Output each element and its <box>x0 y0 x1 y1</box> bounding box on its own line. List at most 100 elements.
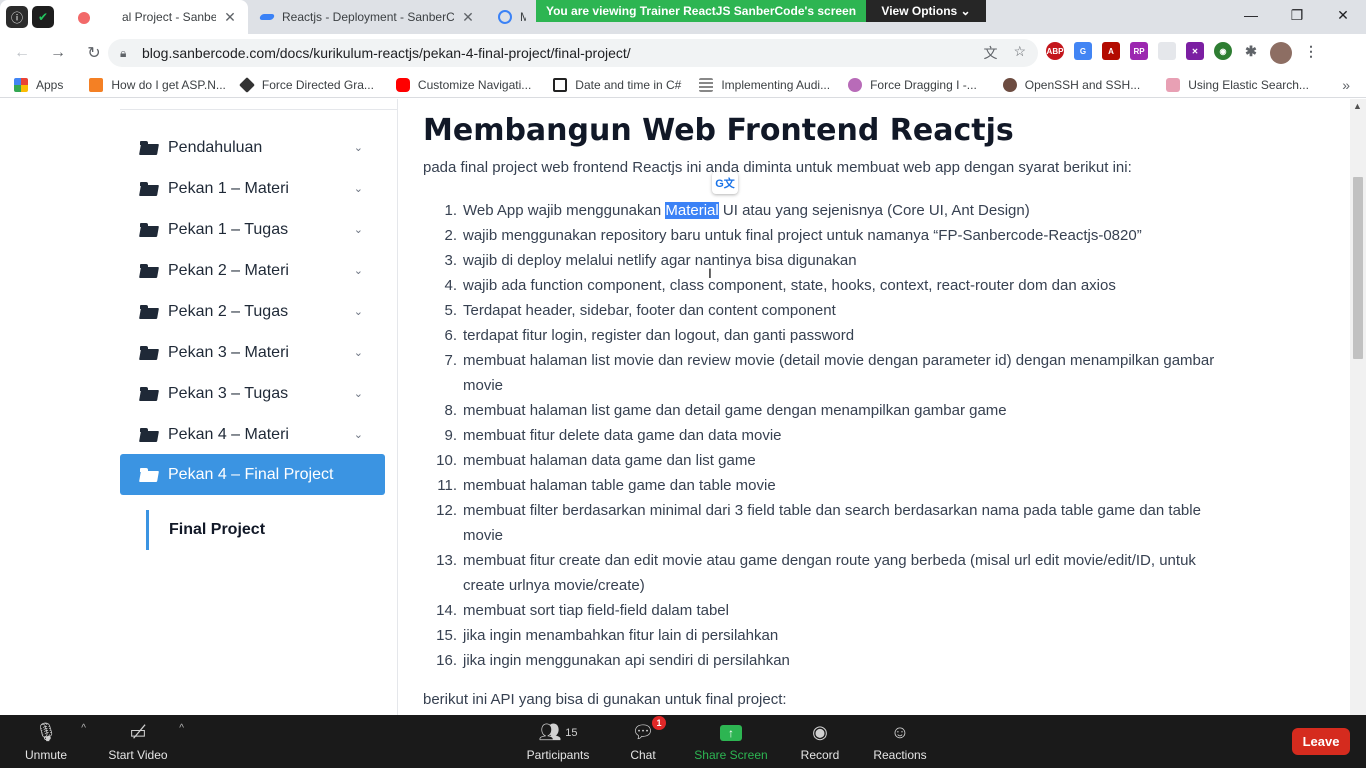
chevron-up-icon[interactable]: ^ <box>179 723 184 734</box>
extensions-row: ABP G A RP ✕ ◉ ✱ ⋮ <box>1046 42 1320 64</box>
list-text: wajib di deploy melalui netlify agar nan… <box>463 252 857 269</box>
reload-icon[interactable]: ↻ <box>78 37 110 69</box>
globe-extension-icon[interactable]: ◉ <box>1214 42 1232 60</box>
chevron-down-icon[interactable]: ⌄ <box>354 428 363 441</box>
share-screen-icon: ↑ <box>720 722 742 744</box>
sidebar-subitem-final-project[interactable]: Final Project <box>146 510 265 550</box>
sidebar-item-pendahuluan[interactable]: Pendahuluan ⌄ <box>120 127 385 168</box>
sidebar-item-pekan-1-tugas[interactable]: Pekan 1 – Tugas ⌄ <box>120 209 385 250</box>
chevron-down-icon[interactable]: ⌄ <box>354 223 363 236</box>
restore-icon[interactable]: ❐ <box>1274 0 1320 30</box>
bookmark-star-icon[interactable]: ☆ <box>1013 43 1026 63</box>
list-item: 14. membuat sort tiap field-field dalam t… <box>423 598 1223 623</box>
chevron-down-icon[interactable]: ⌄ <box>354 305 363 318</box>
bookmark-item[interactable]: Date and time in C# <box>553 77 681 92</box>
sidebar-item-pekan-2-tugas[interactable]: Pekan 2 – Tugas ⌄ <box>120 291 385 332</box>
bookmark-label: Implementing Audi... <box>721 77 831 92</box>
chevron-down-icon[interactable]: ⌄ <box>354 264 363 277</box>
sidebar-item-pekan-3-tugas[interactable]: Pekan 3 – Tugas ⌄ <box>120 373 385 414</box>
list-number: 14. <box>436 602 457 619</box>
tab-title: Reactjs - Deployment - SanberCo <box>282 10 454 24</box>
list-text: wajib ada function component, class comp… <box>463 277 1116 294</box>
view-options-button[interactable]: View Options ⌄ <box>866 0 986 22</box>
list-text: membuat halaman table game dan table mov… <box>463 477 776 494</box>
folder-icon <box>140 427 158 442</box>
list-number: 16. <box>436 652 457 669</box>
record-button[interactable]: ◉ Record <box>800 715 840 768</box>
minimize-icon[interactable]: — <box>1228 0 1274 30</box>
bookmarks-overflow-icon[interactable]: » <box>1342 77 1350 93</box>
chevron-down-icon[interactable]: ⌄ <box>354 141 363 154</box>
list-text: membuat fitur delete data game dan data … <box>463 427 782 444</box>
list-text: membuat halaman data game dan list game <box>463 452 756 469</box>
list-text: Web App wajib menggunakan Material UI at… <box>463 198 1223 223</box>
chevron-down-icon[interactable]: ⌄ <box>354 346 363 359</box>
share-screen-label: Share Screen <box>694 747 768 762</box>
participants-button[interactable]: 👥︎ 15 Participants <box>525 715 591 768</box>
bookmark-item[interactable]: Customize Navigati... <box>395 77 531 92</box>
tab-close-icon[interactable]: ✕ <box>460 9 476 26</box>
reactions-button[interactable]: ☺ Reactions <box>873 715 927 768</box>
chevron-down-icon[interactable]: ⌄ <box>354 387 363 400</box>
list-number: 6. <box>444 327 457 344</box>
tab-close-icon[interactable]: ✕ <box>222 9 238 26</box>
rp-extension-icon[interactable]: RP <box>1130 42 1148 60</box>
sidebar-item-pekan-4-final-project[interactable]: Pekan 4 – Final Project <box>120 454 385 495</box>
pdf-icon[interactable]: A <box>1102 42 1120 60</box>
chevron-down-icon[interactable]: ⌄ <box>354 182 363 195</box>
blank-extension-icon[interactable] <box>1158 42 1176 60</box>
muted-microphone-icon: 🎙︎ <box>34 722 58 742</box>
selected-text[interactable]: Material <box>665 202 719 219</box>
list-text: membuat halaman list movie dan review mo… <box>463 352 1215 394</box>
list-number: 7. <box>444 352 457 369</box>
sidebar-item-pekan-3-materi[interactable]: Pekan 3 – Materi ⌄ <box>120 332 385 373</box>
lock-icon[interactable]: 🔒︎ <box>120 46 134 61</box>
bookmark-item[interactable]: How do I get ASP.N... <box>89 77 226 92</box>
bookmark-item[interactable]: OpenSSH and SSH... <box>1002 77 1140 92</box>
tab-third[interactable]: Mo <box>488 0 536 34</box>
chat-button[interactable]: 💬︎ 1 Chat <box>626 715 666 768</box>
browser-toolbar: ← → ↻ 🔒︎ blog.sanbercode.com/docs/kuriku… <box>0 34 1366 72</box>
unmute-button[interactable]: 🎙︎ Unmute ^ <box>20 715 86 768</box>
menu-kebab-icon[interactable]: ⋮ <box>1302 42 1320 60</box>
list-text: jika ingin menggunakan api sendiri di pe… <box>463 652 790 669</box>
scroll-up-icon[interactable]: ▲ <box>1353 101 1362 111</box>
tab-deployment[interactable]: Reactjs - Deployment - SanberCo ✕ <box>250 0 486 34</box>
avatar[interactable] <box>1270 42 1292 64</box>
bookmark-apps[interactable]: Apps <box>14 77 64 92</box>
address-bar[interactable]: 🔒︎ blog.sanbercode.com/docs/kurikulum-re… <box>108 39 1038 67</box>
leave-button[interactable]: Leave <box>1292 728 1350 755</box>
bookmark-item[interactable]: Force Dragging I -... <box>848 77 977 92</box>
info-icon[interactable]: ⓘ <box>6 6 28 28</box>
list-number: 13. <box>436 552 457 569</box>
adblock-icon[interactable]: ABP <box>1046 42 1064 60</box>
puzzle-icon[interactable]: ✱ <box>1242 42 1260 60</box>
record-icon: ◉ <box>812 722 828 742</box>
sidebar-item-pekan-2-materi[interactable]: Pekan 2 – Materi ⌄ <box>120 250 385 291</box>
x-extension-icon[interactable]: ✕ <box>1186 42 1204 60</box>
close-icon[interactable]: ✕ <box>1320 0 1366 30</box>
shield-icon[interactable]: ✔ <box>32 6 54 28</box>
intro-paragraph: pada final project web frontend Reactjs … <box>423 159 1132 176</box>
chevron-up-icon[interactable]: ^ <box>81 723 86 734</box>
translate-icon[interactable]: 文 <box>983 43 997 63</box>
translate-popup-icon[interactable]: G文 <box>712 172 738 194</box>
forward-icon[interactable]: → <box>42 37 74 69</box>
share-screen-button[interactable]: ↑ Share Screen <box>694 715 768 768</box>
sidebar-item-pekan-4-materi[interactable]: Pekan 4 – Materi ⌄ <box>120 414 385 455</box>
sidebar-item-label: Pekan 4 – Final Project <box>168 465 334 483</box>
bookmark-item[interactable]: Using Elastic Search... <box>1166 77 1309 92</box>
sidebar-item-pekan-1-materi[interactable]: Pekan 1 – Materi ⌄ <box>120 168 385 209</box>
url-text[interactable]: blog.sanbercode.com/docs/kurikulum-react… <box>142 45 631 61</box>
bookmark-label: Apps <box>36 77 64 92</box>
tab-title: al Project - SanberCode Blog <box>122 10 216 24</box>
bookmark-item[interactable]: Force Directed Gra... <box>238 76 374 93</box>
back-icon[interactable]: ← <box>6 37 38 69</box>
scrollbar-thumb[interactable] <box>1353 177 1363 359</box>
start-video-button[interactable]: ▭̸ Start Video ^ <box>106 715 184 768</box>
list-number: 3. <box>444 252 457 269</box>
page-scrollbar[interactable]: ▲ <box>1350 99 1366 715</box>
bookmark-item[interactable]: Implementing Audi... <box>699 77 831 92</box>
google-translate-extension-icon[interactable]: G <box>1074 42 1092 60</box>
folder-icon <box>140 181 158 196</box>
